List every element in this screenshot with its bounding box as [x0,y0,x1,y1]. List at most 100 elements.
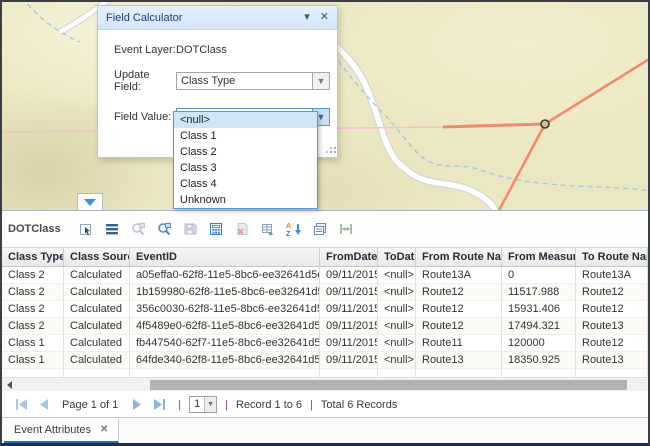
table-cell[interactable]: 11517.988 [502,284,576,301]
table-cell[interactable]: <null> [378,301,416,318]
column-header[interactable]: From Route Name [416,248,502,266]
previous-page-button[interactable] [32,399,54,410]
zoom-to-selected-icon[interactable] [125,219,151,239]
close-dialog-icon[interactable]: ✕ [320,12,329,23]
close-tab-icon[interactable]: ✕ [100,424,108,435]
table-cell[interactable]: 09/11/2015 [320,284,378,301]
table-cell[interactable]: Calculated [64,318,130,335]
dropdown-option[interactable]: Class 4 [174,176,317,192]
table-row[interactable]: Class 1Calculated64fde340-62f8-11e5-8bc6… [2,352,648,369]
table-cell[interactable]: Calculated [64,335,130,352]
column-header[interactable]: From Measure [502,248,576,266]
table-cell[interactable]: <null> [378,318,416,335]
table-cell[interactable]: 18350.925 [502,352,576,369]
chevron-down-icon[interactable]: ▼ [204,397,216,412]
table-cell[interactable]: <null> [378,352,416,369]
table-cell[interactable]: <null> [378,267,416,284]
dialog-resize-handle[interactable] [330,151,332,153]
panel-collapse-button[interactable] [77,193,103,210]
table-cell[interactable]: Route12 [576,284,648,301]
table-cell[interactable]: 09/11/2015 [320,318,378,335]
scroll-left-icon[interactable] [7,381,12,389]
select-features-icon[interactable] [73,219,99,239]
last-page-button[interactable] [148,399,170,410]
zoom-to-features-icon[interactable] [151,219,177,239]
table-cell[interactable]: Route12 [576,301,648,318]
tab-event-attributes[interactable]: Event Attributes ✕ [4,418,119,444]
delete-selected-icon[interactable] [229,219,255,239]
page-number-select[interactable]: 1 ▼ [189,396,217,413]
table-cell[interactable]: 17494.321 [502,318,576,335]
dropdown-option[interactable]: Unknown [174,192,317,208]
table-cell[interactable]: 0 [502,267,576,284]
table-row[interactable]: Class 1Calculatedfb447540-62f7-11e5-8bc6… [2,335,648,352]
table-cell[interactable]: Class 2 [2,318,64,335]
scrollbar-thumb[interactable] [150,380,627,390]
table-cell[interactable]: Route12 [576,335,648,352]
separator: | [225,399,228,411]
table-cell[interactable]: Route13A [576,267,648,284]
chevron-down-icon[interactable]: ▼ [312,73,329,89]
collapse-dialog-icon[interactable]: ▾ [304,12,310,23]
table-row[interactable]: Class 2Calculateda05effa0-62f8-11e5-8bc6… [2,267,648,284]
table-cell[interactable]: Class 2 [2,267,64,284]
table-cell[interactable]: Route13 [576,352,648,369]
table-row[interactable]: Class 2Calculated4f5489e0-62f8-11e5-8bc6… [2,318,648,335]
table-cell[interactable]: 64fde340-62f8-11e5-8bc6-ee32641d5ec9 [130,352,320,369]
first-page-button[interactable] [10,399,32,410]
table-cell[interactable]: Route13A [416,267,502,284]
table-cell[interactable]: Route11 [416,335,502,352]
table-row[interactable]: Class 2Calculated356c0030-62f8-11e5-8bc6… [2,301,648,318]
fit-columns-icon[interactable] [333,219,359,239]
show-records-icon[interactable] [99,219,125,239]
save-edits-icon[interactable] [177,219,203,239]
table-row[interactable]: Class 2Calculated1b159980-62f8-11e5-8bc6… [2,284,648,301]
horizontal-scrollbar[interactable] [2,377,648,391]
table-cell[interactable]: 1b159980-62f8-11e5-8bc6-ee32641d5ec9 [130,284,320,301]
table-cell[interactable]: <null> [378,335,416,352]
table-cell[interactable]: Calculated [64,267,130,284]
column-header[interactable]: EventID [130,248,320,266]
update-field-select[interactable]: Class Type ▼ [176,72,330,90]
sort-icon[interactable]: AZ [281,219,307,239]
table-cell[interactable]: Route12 [416,318,502,335]
dialog-titlebar[interactable]: Field Calculator ▾ ✕ [98,6,337,30]
table-cell[interactable]: 15931.406 [502,301,576,318]
column-header[interactable]: Class Type [2,248,64,266]
table-cell[interactable]: Route13 [576,318,648,335]
table-cell[interactable]: fb447540-62f7-11e5-8bc6-ee32641d5ec9 [130,335,320,352]
table-cell[interactable]: 356c0030-62f8-11e5-8bc6-ee32641d5ec9 [130,301,320,318]
next-page-button[interactable] [126,399,148,410]
table-cell[interactable]: Calculated [64,352,130,369]
column-header[interactable]: ToDate [378,248,416,266]
table-cell[interactable]: Class 2 [2,301,64,318]
table-cell[interactable]: 120000 [502,335,576,352]
dropdown-option[interactable]: Class 3 [174,160,317,176]
dropdown-option[interactable]: Class 2 [174,144,317,160]
table-cell[interactable]: Calculated [64,284,130,301]
table-cell[interactable]: Calculated [64,301,130,318]
table-cell[interactable]: Route13 [416,352,502,369]
column-header[interactable]: FromDate [320,248,378,266]
append-records-icon[interactable] [255,219,281,239]
table-cell[interactable]: 09/11/2015 [320,267,378,284]
table-cell[interactable]: 09/11/2015 [320,352,378,369]
table-cell[interactable]: a05effa0-62f8-11e5-8bc6-ee32641d5ec9 [130,267,320,284]
table-cell[interactable]: Class 1 [2,352,64,369]
field-calculator-icon[interactable] [203,219,229,239]
table-cell[interactable]: Route12 [416,301,502,318]
dropdown-option[interactable]: <null> [174,112,317,128]
attribute-view-icon[interactable] [307,219,333,239]
column-header[interactable]: To Route Name [576,248,648,266]
dropdown-option[interactable]: Class 1 [174,128,317,144]
table-cell[interactable]: 09/11/2015 [320,335,378,352]
table-cell[interactable]: 4f5489e0-62f8-11e5-8bc6-ee32641d5ec9 [130,318,320,335]
table-cell[interactable]: <null> [378,284,416,301]
column-header[interactable]: Class Source [64,248,130,266]
table-body: Class 2Calculateda05effa0-62f8-11e5-8bc6… [2,267,648,377]
table-cell[interactable]: Class 1 [2,335,64,352]
field-value-dropdown-list[interactable]: <null>Class 1Class 2Class 3Class 4Unknow… [173,111,318,209]
table-cell[interactable]: 09/11/2015 [320,301,378,318]
table-cell[interactable]: Route12 [416,284,502,301]
table-cell[interactable]: Class 2 [2,284,64,301]
